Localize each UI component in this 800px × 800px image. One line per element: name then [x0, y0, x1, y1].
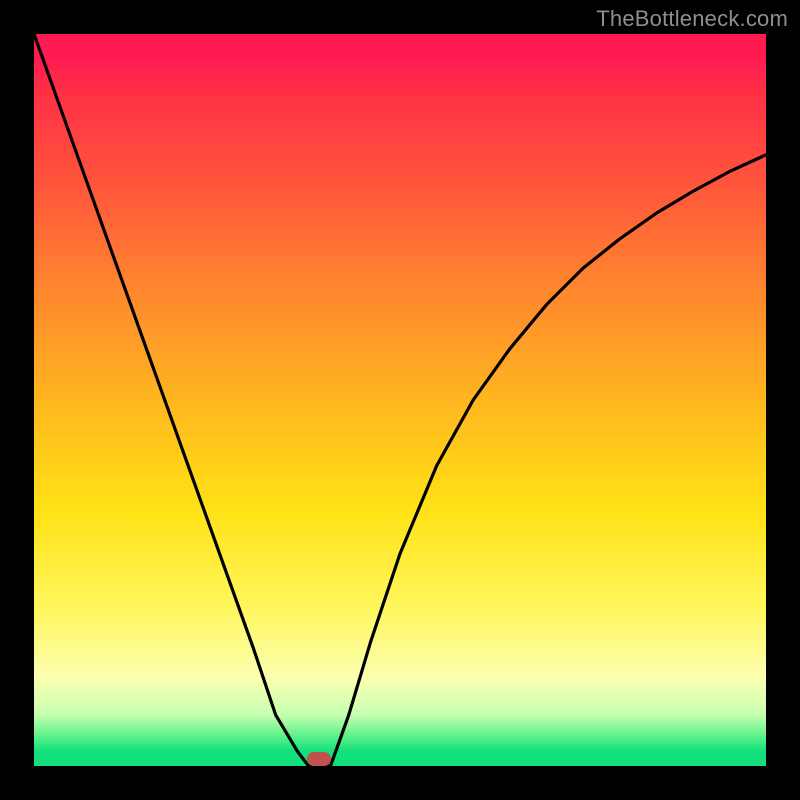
watermark-text: TheBottleneck.com — [596, 6, 788, 32]
bottleneck-curve — [34, 34, 766, 766]
chart-frame: TheBottleneck.com — [0, 0, 800, 800]
plot-area — [34, 34, 766, 766]
optimal-point-marker — [307, 752, 331, 766]
